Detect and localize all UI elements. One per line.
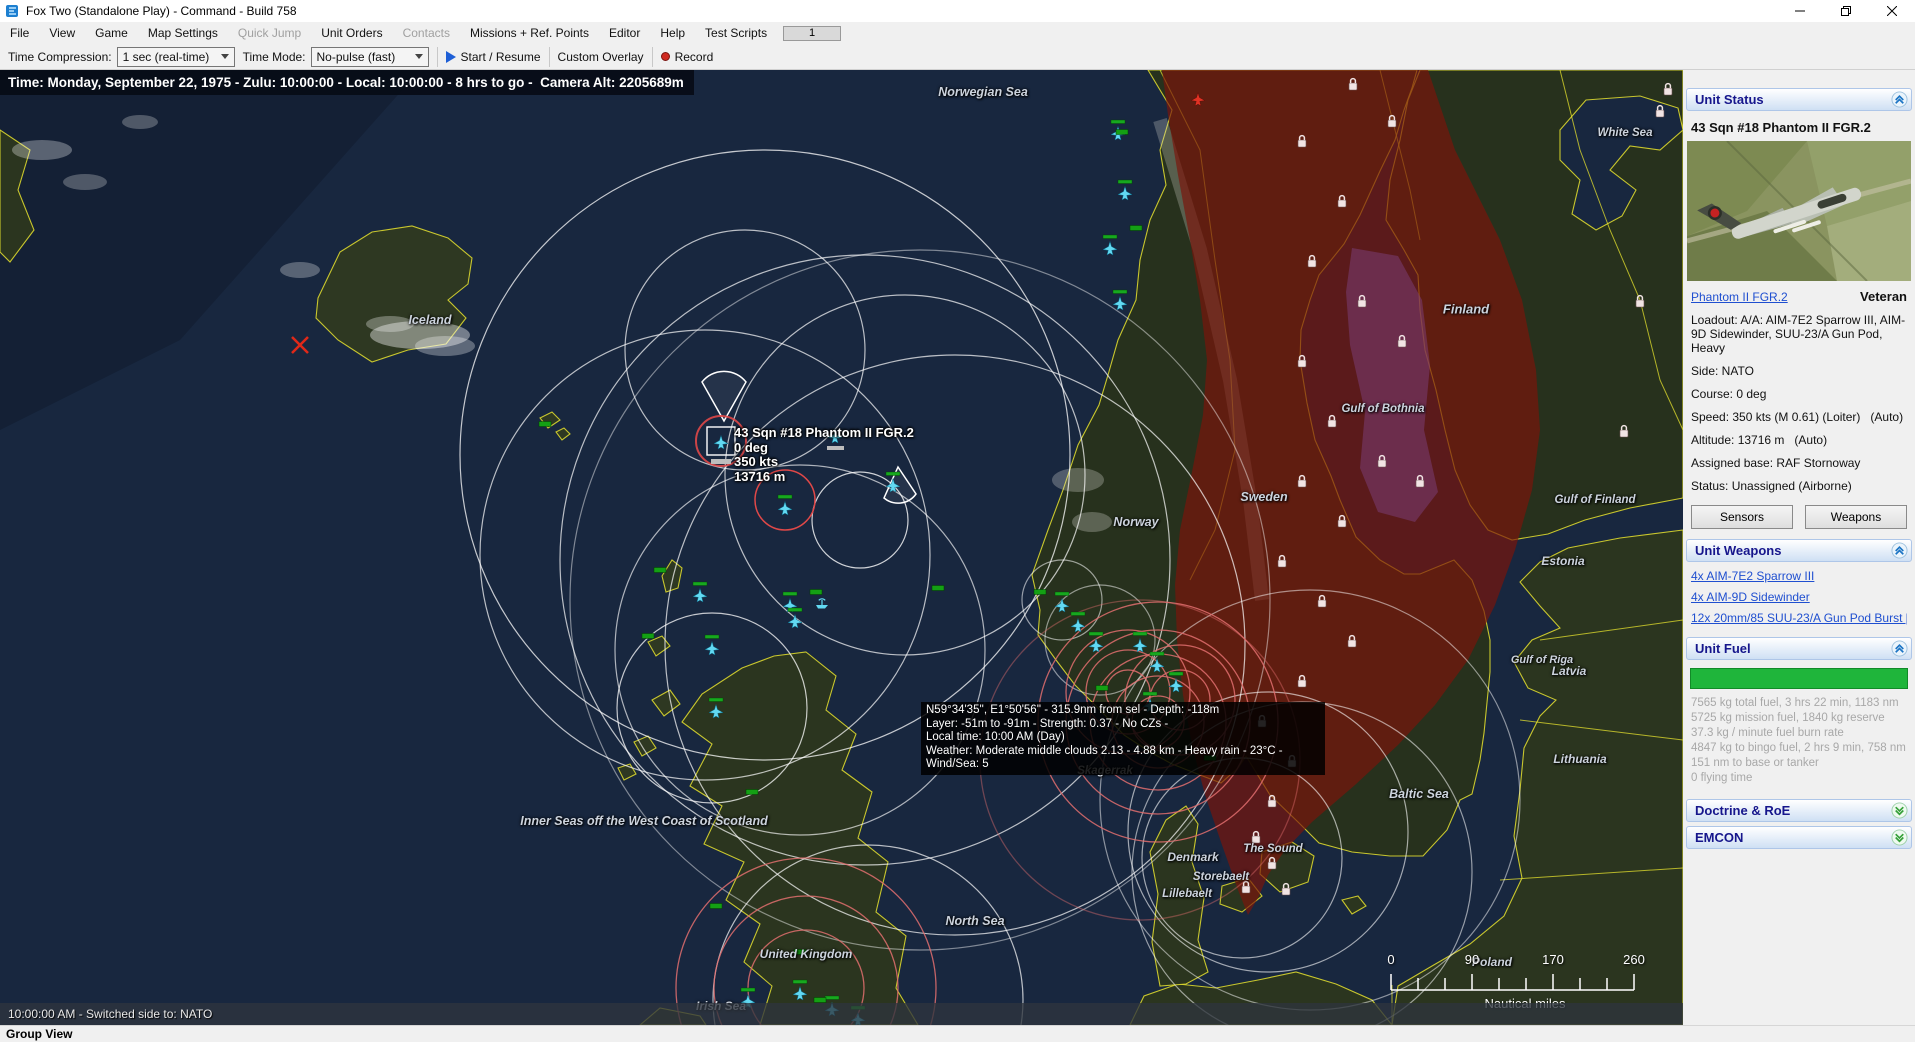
- close-button[interactable]: [1869, 0, 1915, 22]
- menu-map-settings[interactable]: Map Settings: [138, 26, 228, 40]
- fuel-details: 7565 kg total fuel, 3 hrs 22 min, 1183 n…: [1683, 697, 1915, 785]
- toolbar-separator: [437, 47, 438, 67]
- weapons-button[interactable]: Weapons: [1805, 505, 1907, 529]
- fuel-line: 0 flying time: [1691, 772, 1907, 785]
- minimize-icon: [1795, 6, 1805, 16]
- event-log-line: 10:00:00 AM - Switched side to: NATO: [0, 1003, 1683, 1025]
- altitude-line: Altitude: 13716 m (Auto): [1691, 433, 1907, 447]
- selected-unit-label: 43 Sqn #18 Phantom II FGR.2 0 deg 350 kt…: [734, 426, 914, 484]
- app-window: Fox Two (Standalone Play) - Command - Bu…: [0, 0, 1915, 1042]
- record-dot-icon: [661, 52, 670, 61]
- menu-contacts[interactable]: Contacts: [393, 26, 460, 40]
- scale-tick-90: 90: [1465, 952, 1479, 967]
- double-chevron-down-icon[interactable]: [1891, 802, 1908, 819]
- chevron-down-icon: [415, 54, 423, 59]
- status-line: Status: Unassigned (Airborne): [1691, 479, 1907, 493]
- menu-unit-orders[interactable]: Unit Orders: [311, 26, 392, 40]
- time-banner: Time: Monday, September 22, 1975 - Zulu:…: [0, 70, 694, 95]
- fuel-line: 4847 kg to bingo fuel, 2 hrs 9 min, 758 …: [1691, 742, 1907, 755]
- side-line: Side: NATO: [1691, 364, 1907, 378]
- weapon-link[interactable]: 12x 20mm/85 SUU-23/A Gun Pod Burst [10..…: [1691, 611, 1907, 625]
- toolbar: Time Compression: 1 sec (real-time) Time…: [0, 44, 1915, 70]
- menu-missions-ref-points[interactable]: Missions + Ref. Points: [460, 26, 599, 40]
- unit-photo: [1687, 141, 1911, 281]
- chevron-down-icon: [221, 54, 229, 59]
- proficiency-label: Veteran: [1860, 289, 1907, 304]
- unit-weapons-header[interactable]: Unit Weapons: [1686, 539, 1912, 562]
- unit-fuel-header[interactable]: Unit Fuel: [1686, 637, 1912, 660]
- time-mode-select[interactable]: No-pulse (fast): [311, 47, 429, 67]
- course-line: Course: 0 deg: [1691, 387, 1907, 401]
- right-sidebar: Unit Status 43 Sqn #18 Phantom II FGR.2: [1683, 70, 1915, 1025]
- menu-bar: FileViewGameMap SettingsQuick JumpUnit O…: [0, 22, 1915, 44]
- status-bar: Group View: [0, 1025, 1915, 1042]
- fuel-line: 151 nm to base or tanker: [1691, 757, 1907, 770]
- menu-quick-jump[interactable]: Quick Jump: [228, 26, 311, 40]
- double-chevron-down-icon[interactable]: [1891, 829, 1908, 846]
- toolbar-separator: [549, 47, 550, 67]
- menu-game[interactable]: Game: [85, 26, 138, 40]
- fuel-gauge-bar: [1690, 668, 1908, 689]
- time-compression-label: Time Compression:: [8, 50, 112, 64]
- speed-line: Speed: 350 kts (M 0.61) (Loiter) (Auto): [1691, 410, 1907, 424]
- double-chevron-up-icon[interactable]: [1891, 542, 1908, 559]
- time-compression-select[interactable]: 1 sec (real-time): [117, 47, 235, 67]
- selected-unit-altitude: 13716 m: [734, 470, 914, 485]
- scale-tick-260: 260: [1623, 952, 1645, 967]
- time-mode-label: Time Mode:: [243, 50, 306, 64]
- double-chevron-up-icon[interactable]: [1891, 640, 1908, 657]
- scale-tick-170: 170: [1542, 952, 1564, 967]
- close-icon: [1887, 6, 1897, 16]
- double-chevron-up-icon[interactable]: [1891, 91, 1908, 108]
- emcon-header[interactable]: EMCON: [1686, 826, 1912, 849]
- fuel-line: 7565 kg total fuel, 3 hrs 22 min, 1183 n…: [1691, 697, 1907, 710]
- map-graphics: [0, 70, 1683, 1025]
- menu-editor[interactable]: Editor: [599, 26, 650, 40]
- menu-help[interactable]: Help: [650, 26, 695, 40]
- menu-file[interactable]: File: [0, 26, 39, 40]
- sensors-button[interactable]: Sensors: [1691, 505, 1793, 529]
- record-button[interactable]: Record: [661, 50, 714, 64]
- selected-unit-speed: 350 kts: [734, 455, 914, 470]
- map-cursor-tooltip: N59°34'35'', E1°50'56'' - 315.9nm from s…: [921, 702, 1325, 775]
- custom-overlay-button[interactable]: Custom Overlay: [558, 50, 644, 64]
- weapon-link[interactable]: 4x AIM-7E2 Sparrow III: [1691, 569, 1907, 583]
- selected-unit-course: 0 deg: [734, 441, 914, 456]
- fuel-line: 5725 kg mission fuel, 1840 kg reserve: [1691, 712, 1907, 725]
- doctrine-roe-header[interactable]: Doctrine & RoE: [1686, 799, 1912, 822]
- fuel-line: 37.3 kg / minute fuel burn rate: [1691, 727, 1907, 740]
- restore-icon: [1841, 6, 1851, 16]
- menu-test-scripts[interactable]: Test Scripts: [695, 26, 777, 40]
- unit-db-link[interactable]: Phantom II FGR.2: [1691, 290, 1788, 304]
- test-scripts-counter[interactable]: 1: [783, 26, 841, 41]
- title-bar: Fox Two (Standalone Play) - Command - Bu…: [0, 0, 1915, 22]
- map-canvas[interactable]: Time: Monday, September 22, 1975 - Zulu:…: [0, 70, 1683, 1025]
- window-title: Fox Two (Standalone Play) - Command - Bu…: [26, 4, 297, 18]
- scale-ruler: [1388, 970, 1662, 994]
- unit-weapons-list: 4x AIM-7E2 Sparrow III 4x AIM-9D Sidewind…: [1683, 569, 1915, 625]
- loadout-line: Loadout: A/A: AIM-7E2 Sparrow III, AIM-9…: [1691, 313, 1907, 355]
- unit-name: 43 Sqn #18 Phantom II FGR.2: [1691, 120, 1907, 135]
- app-logo-icon: [6, 4, 20, 18]
- selected-unit-name: 43 Sqn #18 Phantom II FGR.2: [734, 426, 914, 441]
- view-mode-label: Group View: [6, 1027, 72, 1041]
- weapon-link[interactable]: 4x AIM-9D Sidewinder: [1691, 590, 1907, 604]
- minimize-button[interactable]: [1777, 0, 1823, 22]
- scale-tick-0: 0: [1387, 952, 1394, 967]
- unit-status-header[interactable]: Unit Status: [1686, 88, 1912, 111]
- play-icon: [446, 51, 456, 63]
- start-resume-button[interactable]: Start / Resume: [446, 50, 541, 64]
- toolbar-separator: [652, 47, 653, 67]
- restore-button[interactable]: [1823, 0, 1869, 22]
- assigned-base-line: Assigned base: RAF Stornoway: [1691, 456, 1907, 470]
- menu-view[interactable]: View: [39, 26, 85, 40]
